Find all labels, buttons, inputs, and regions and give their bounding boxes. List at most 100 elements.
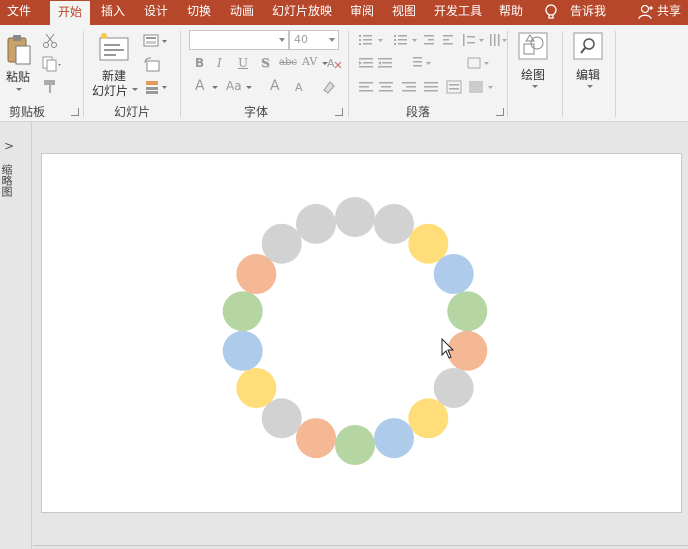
increase-font-size-icon[interactable]: A [270, 78, 280, 94]
copy-icon[interactable] [42, 56, 62, 72]
group-divider [615, 31, 616, 117]
expand-chevron-icon[interactable]: > [4, 139, 14, 153]
menu-bar: 文件 开始 插入 设计 切换 动画 幻灯片放映 审阅 视图 开发工具 帮助 告诉… [0, 0, 688, 25]
svg-text:A: A [327, 57, 335, 70]
chevron-down-icon[interactable] [279, 38, 285, 42]
new-slide-dropdown-icon[interactable] [132, 88, 138, 91]
lightbulb-icon[interactable] [543, 4, 559, 21]
circle-shape-green[interactable] [447, 291, 488, 332]
circle-shape-yellow[interactable] [408, 398, 449, 439]
clipboard-launcher-icon[interactable] [71, 108, 79, 116]
chevron-down-icon[interactable] [329, 38, 335, 42]
font-launcher-icon[interactable] [335, 108, 343, 116]
layout-icon[interactable] [143, 34, 169, 48]
underline-icon[interactable]: U [238, 56, 248, 70]
chevron-down-icon[interactable] [212, 86, 218, 89]
new-slide-icon[interactable] [98, 32, 130, 62]
format-painter-icon[interactable] [42, 78, 58, 94]
drawing-dropdown-icon[interactable] [532, 85, 538, 88]
reset-slide-icon[interactable] [143, 57, 161, 73]
circle-shape-orange[interactable] [296, 418, 336, 459]
group-divider [180, 31, 181, 117]
slides-group-label: 幻灯片 [114, 105, 151, 119]
group-divider [507, 31, 508, 117]
drawing-button[interactable]: 绘图 [521, 66, 545, 83]
font-size-combobox[interactable]: 40 [289, 30, 339, 50]
tab-review[interactable]: 审阅 [350, 0, 374, 25]
group-divider [348, 31, 349, 117]
highlight-eraser-icon[interactable] [322, 80, 336, 94]
align-right-button[interactable] [402, 80, 418, 96]
text-direction-button[interactable] [358, 56, 374, 72]
character-spacing-icon[interactable]: AV [302, 55, 317, 68]
tab-transitions[interactable]: 切换 [187, 0, 211, 25]
change-case-icon[interactable]: Aa [226, 79, 242, 93]
ribbon: 粘贴 剪贴板 新建 幻灯片 幻灯片 40 B I U S abc AV A A … [0, 25, 688, 122]
indent-right-button[interactable] [378, 56, 394, 72]
tell-me-search[interactable]: 告诉我 [570, 0, 606, 25]
cut-icon[interactable] [42, 33, 58, 49]
paste-button[interactable]: 粘贴 [6, 68, 30, 85]
tab-view[interactable]: 视图 [392, 0, 416, 25]
smartart-button[interactable] [466, 56, 496, 72]
share-person-icon[interactable] [638, 4, 654, 20]
chevron-down-icon[interactable] [246, 86, 252, 89]
group-divider [562, 31, 563, 117]
bold-icon[interactable]: B [195, 56, 204, 70]
tab-home[interactable]: 开始 [50, 1, 91, 25]
align-text-button[interactable] [411, 56, 435, 72]
circle-shape-blue[interactable] [433, 254, 474, 294]
distributed-button[interactable] [447, 80, 463, 96]
strikethrough-icon[interactable]: abc [279, 57, 297, 68]
new-slide-label-line2[interactable]: 幻灯片 [92, 82, 128, 99]
paste-dropdown-icon[interactable] [16, 88, 22, 91]
circle-shape-blue[interactable] [222, 330, 263, 371]
workspace-divider [33, 545, 688, 546]
editing-button[interactable]: 编辑 [576, 66, 600, 83]
paragraph-group-label: 段落 [406, 105, 431, 119]
decrease-indent-button[interactable] [423, 33, 441, 49]
drawing-shapes-icon[interactable] [518, 32, 548, 60]
circle-shape-blue[interactable] [374, 418, 414, 459]
editing-dropdown-icon[interactable] [587, 85, 593, 88]
font-group-label: 字体 [244, 105, 269, 119]
font-name-combobox[interactable] [189, 30, 289, 50]
align-center-button[interactable] [379, 80, 395, 96]
circle-shape-green[interactable] [335, 425, 375, 465]
italic-icon[interactable]: I [217, 56, 222, 70]
circle-shape-gray[interactable] [335, 197, 375, 237]
align-left-button[interactable] [358, 80, 374, 96]
mouse-cursor-icon [441, 338, 455, 359]
thumbnail-pane-label[interactable]: 缩略图 [0, 164, 14, 197]
column-layout-button[interactable] [469, 80, 497, 96]
circle-shape-gray[interactable] [296, 203, 336, 244]
decrease-font-size-icon[interactable]: A [295, 81, 303, 94]
line-spacing-button[interactable] [462, 33, 488, 49]
paste-icon[interactable] [6, 33, 32, 67]
justify-button[interactable] [424, 80, 440, 96]
tab-developer[interactable]: 开发工具 [434, 0, 482, 25]
text-shadow-icon[interactable]: S [261, 56, 270, 70]
increase-indent-button[interactable] [442, 33, 460, 49]
tab-design[interactable]: 设计 [144, 0, 168, 25]
font-size-value: 40 [294, 33, 308, 46]
section-icon[interactable] [143, 79, 169, 95]
share-button[interactable]: 共享 [657, 0, 681, 25]
circle-ring [222, 197, 488, 465]
circle-shape-gray[interactable] [261, 223, 302, 264]
tab-insert[interactable]: 插入 [101, 0, 125, 25]
circle-shape-gray[interactable] [374, 203, 414, 244]
tab-help[interactable]: 帮助 [499, 0, 523, 25]
group-divider [83, 31, 84, 117]
circle-shape-yellow[interactable] [236, 368, 277, 408]
tab-animations[interactable]: 动画 [230, 0, 254, 25]
clear-formatting-icon[interactable]: A [326, 56, 342, 70]
circle-shape-green[interactable] [222, 291, 263, 332]
editing-find-icon[interactable] [573, 32, 603, 60]
font-color-icon[interactable]: A [195, 78, 205, 94]
tab-file[interactable]: 文件 [7, 0, 31, 25]
paragraph-launcher-icon[interactable] [496, 108, 504, 116]
tab-slideshow[interactable]: 幻灯片放映 [272, 0, 332, 25]
slide-canvas[interactable] [41, 153, 682, 513]
numbering-button[interactable] [392, 33, 422, 49]
